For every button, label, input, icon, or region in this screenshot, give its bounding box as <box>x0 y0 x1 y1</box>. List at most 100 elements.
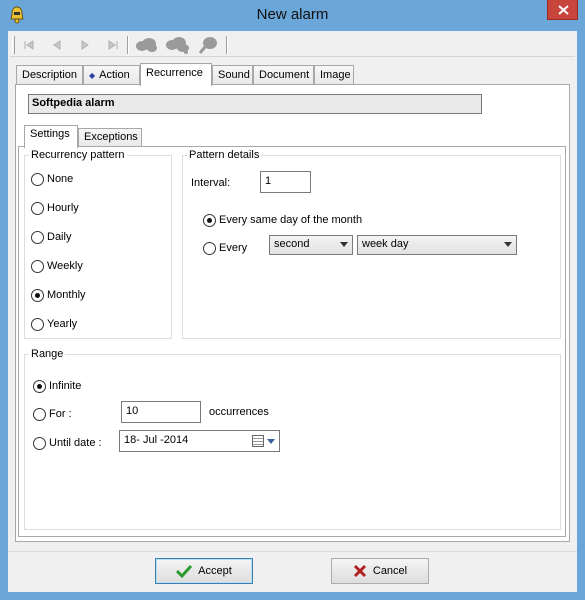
calendar-icon[interactable] <box>252 435 264 447</box>
tab-label: Recurrence <box>146 67 203 79</box>
cloud-icon <box>136 38 157 52</box>
previous-record-icon <box>53 40 61 50</box>
radio-button[interactable] <box>31 230 44 244</box>
occurrences-input[interactable]: 10 <box>121 401 201 423</box>
group-label: Pattern details <box>189 149 260 161</box>
tab-document[interactable]: Document <box>253 65 314 85</box>
toolbar-separator <box>226 36 228 54</box>
radio-weekly[interactable]: Weekly <box>31 259 83 275</box>
next-record-icon <box>81 40 89 50</box>
radio-none[interactable]: None <box>31 172 73 188</box>
until-date-picker[interactable]: 18- Jul -2014 <box>119 430 280 452</box>
close-button[interactable] <box>547 0 578 20</box>
radio-button[interactable] <box>203 241 216 255</box>
radio-yearly[interactable]: Yearly <box>31 317 77 333</box>
radio-button[interactable] <box>203 213 216 227</box>
interval-label: Interval: <box>191 177 231 189</box>
radio-label: Every same day of the month <box>219 214 363 227</box>
tab-description[interactable]: Description <box>16 65 83 85</box>
radio-button[interactable] <box>33 407 46 421</box>
radio-button[interactable] <box>31 172 44 186</box>
window-frame: New alarm Description ◆ Action Recurrenc… <box>0 0 585 600</box>
first-record-icon <box>24 40 34 50</box>
group-label: Recurrency pattern <box>31 149 125 161</box>
cloud-button[interactable] <box>134 35 158 55</box>
settings-panel: Recurrency pattern None Hourly Daily Wee… <box>18 146 566 537</box>
close-icon <box>558 5 569 15</box>
chevron-down-icon[interactable] <box>267 439 275 444</box>
radio-label: Every <box>219 242 248 255</box>
radio-button[interactable] <box>33 379 46 393</box>
radio-every-same-day[interactable]: Every same day of the month <box>203 213 362 229</box>
recurrence-panel: Softpedia alarm Settings Exceptions Recu… <box>15 84 570 542</box>
next-record-button[interactable] <box>74 35 96 55</box>
tab-label: Action <box>99 69 130 81</box>
search-cloud-icon <box>198 37 217 54</box>
dialog-client: Description ◆ Action Recurrence Sound Doc… <box>8 31 577 592</box>
alarm-name-field[interactable]: Softpedia alarm <box>28 94 482 114</box>
radio-button[interactable] <box>31 288 44 302</box>
radio-button[interactable] <box>31 317 44 331</box>
radio-button[interactable] <box>31 259 44 273</box>
cancel-button[interactable]: Cancel <box>331 558 429 584</box>
radio-monthly[interactable]: Monthly <box>31 288 86 304</box>
radio-label: Hourly <box>47 202 79 215</box>
radio-button[interactable] <box>31 201 44 215</box>
tab-sound[interactable]: Sound <box>212 65 253 85</box>
chevron-down-icon <box>504 242 512 247</box>
radio-hourly[interactable]: Hourly <box>31 201 79 217</box>
previous-record-button[interactable] <box>46 35 68 55</box>
subtab-label: Settings <box>30 128 70 140</box>
radio-until-date[interactable]: Until date : <box>33 436 102 452</box>
radio-label: Monthly <box>47 289 86 302</box>
radio-label: Infinite <box>49 380 82 393</box>
title-bar[interactable]: New alarm <box>0 0 585 31</box>
x-icon <box>353 565 366 578</box>
range-group: Range <box>24 348 561 530</box>
date-value: 18- Jul -2014 <box>124 434 189 446</box>
weekday-select[interactable]: week day <box>357 235 517 255</box>
radio-every[interactable]: Every <box>203 241 247 257</box>
tab-label: Sound <box>218 69 250 81</box>
tab-recurrence[interactable]: Recurrence <box>140 63 212 86</box>
tab-label: Document <box>259 69 310 81</box>
radio-label: Daily <box>47 231 72 244</box>
radio-label: Until date : <box>49 437 102 450</box>
tab-settings[interactable]: Settings <box>24 125 78 148</box>
button-bar: Accept Cancel <box>8 551 577 592</box>
occurrences-label: occurrences <box>209 406 269 418</box>
diamond-icon: ◆ <box>89 71 96 80</box>
tab-exceptions[interactable]: Exceptions <box>78 128 142 147</box>
interval-input[interactable]: 1 <box>260 171 311 193</box>
toolbar-grip[interactable] <box>12 36 15 54</box>
chevron-down-icon <box>340 242 348 247</box>
tab-action[interactable]: ◆ Action <box>83 65 140 85</box>
last-record-icon <box>108 40 118 50</box>
accept-button[interactable]: Accept <box>155 558 253 584</box>
radio-label: For : <box>49 408 72 421</box>
select-value: week day <box>362 238 409 250</box>
ordinal-select[interactable]: second <box>269 235 353 255</box>
radio-label: Yearly <box>47 318 78 331</box>
button-label: Accept <box>198 565 232 578</box>
group-label: Range <box>31 348 64 360</box>
window-title: New alarm <box>256 6 329 23</box>
cloud-multiple-icon <box>166 37 189 54</box>
search-cloud-button[interactable] <box>196 35 220 55</box>
subtab-label: Exceptions <box>84 131 138 143</box>
radio-daily[interactable]: Daily <box>31 230 71 246</box>
checkmark-icon <box>176 565 193 579</box>
select-value: second <box>274 238 310 250</box>
toolbar-separator <box>127 36 129 54</box>
tab-label: Image <box>320 69 351 81</box>
radio-label: None <box>47 173 74 186</box>
tab-image[interactable]: Image <box>314 65 354 85</box>
radio-for[interactable]: For : <box>33 407 72 423</box>
radio-infinite[interactable]: Infinite <box>33 379 81 395</box>
toolbar <box>10 33 575 57</box>
tab-label: Description <box>22 69 78 81</box>
radio-button[interactable] <box>33 436 46 450</box>
cloud-multiple-button[interactable] <box>164 35 190 55</box>
last-record-button[interactable] <box>102 35 124 55</box>
first-record-button[interactable] <box>18 35 40 55</box>
